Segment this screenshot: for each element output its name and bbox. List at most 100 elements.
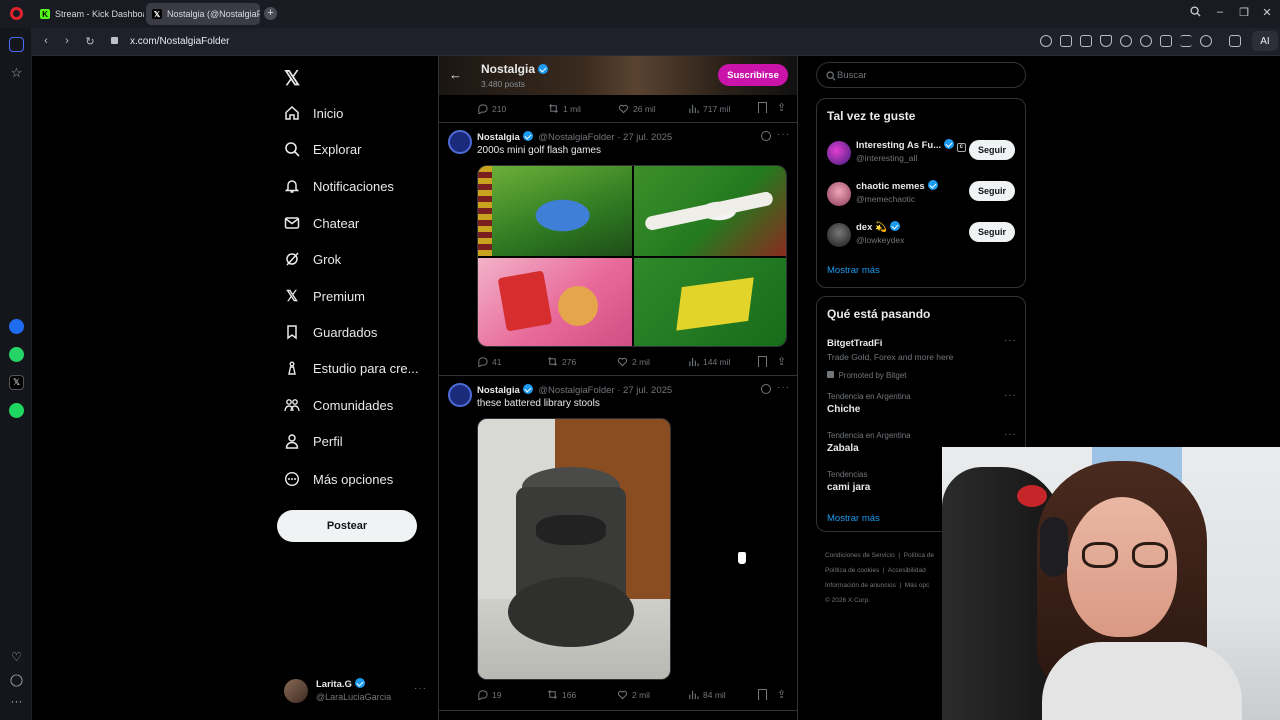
sidebar-item-messages[interactable]: Chatear: [284, 210, 359, 236]
sidebar-item-more[interactable]: Más opciones: [284, 466, 393, 492]
spotify-icon[interactable]: [9, 403, 24, 418]
trend-more-icon[interactable]: ···: [1004, 429, 1017, 440]
footer-link[interactable]: Política de cookies: [825, 567, 879, 574]
profile-icon[interactable]: [1200, 35, 1212, 47]
follow-button[interactable]: Seguir: [969, 222, 1015, 242]
post-button[interactable]: Postear: [277, 510, 417, 542]
views-action[interactable]: 144 mil: [688, 356, 730, 367]
extension-icon[interactable]: [1229, 35, 1241, 47]
repost-action[interactable]: 1 mil: [548, 103, 581, 114]
author-name[interactable]: Nostalgia: [477, 132, 520, 143]
bookmark-action-icon[interactable]: [758, 689, 767, 700]
heart-toolbar-icon[interactable]: [1140, 35, 1152, 47]
shield-icon[interactable]: [1100, 35, 1112, 47]
share-icon[interactable]: ⇪: [777, 688, 786, 701]
post[interactable]: Nostalgia @NostalgiaFolder · 27 jul. 202…: [439, 123, 797, 375]
reload-icon[interactable]: ↻: [83, 35, 97, 48]
reply-action[interactable]: 210: [477, 103, 506, 114]
play-icon[interactable]: [1120, 35, 1132, 47]
sidebar-item-creator-studio[interactable]: Estudio para cre...: [284, 355, 419, 381]
author-avatar[interactable]: [448, 130, 472, 154]
post-image[interactable]: [477, 418, 671, 680]
download-icon[interactable]: [1160, 35, 1172, 47]
views-action[interactable]: 84 mil: [688, 689, 726, 700]
ai-button[interactable]: AI: [1252, 31, 1278, 51]
post-media-grid[interactable]: [477, 165, 787, 347]
reply-action[interactable]: 41: [477, 356, 501, 367]
tab-nostalgia[interactable]: 𝕏 Nostalgia (@NostalgiaFol: [146, 3, 260, 25]
footer-link[interactable]: Información de anuncios: [825, 582, 896, 589]
repost-action[interactable]: 166: [547, 689, 576, 700]
post-image[interactable]: [478, 166, 632, 256]
share-icon[interactable]: ⇪: [777, 355, 786, 368]
trend-item[interactable]: Tendencia en Argentina Chiche ···: [827, 390, 1022, 420]
camera-icon[interactable]: [1080, 35, 1092, 47]
tab-kick-dashboard[interactable]: K Stream - Kick Dashboard: [34, 3, 144, 25]
sidebar-item-bookmarks[interactable]: Guardados: [284, 319, 377, 345]
author-avatar[interactable]: [448, 383, 472, 407]
like-action[interactable]: 26 mil: [618, 103, 656, 114]
account-more-icon[interactable]: ···: [414, 683, 427, 694]
new-tab-button[interactable]: +: [264, 7, 277, 20]
menu-icon[interactable]: [1180, 35, 1192, 47]
bookmark-action-icon[interactable]: [758, 356, 767, 367]
more-icon[interactable]: ···: [9, 694, 24, 709]
like-action[interactable]: 2 mil: [617, 689, 650, 700]
views-action[interactable]: 717 mil: [688, 103, 730, 114]
repost-action[interactable]: 276: [547, 356, 576, 367]
show-more-link[interactable]: Mostrar más: [827, 513, 880, 524]
whatsapp-icon[interactable]: [9, 347, 24, 362]
messenger-icon[interactable]: [9, 319, 24, 334]
search-page-icon[interactable]: [1040, 35, 1052, 47]
home-speed-dial-icon[interactable]: [9, 37, 24, 52]
post-date[interactable]: 27 jul. 2025: [623, 385, 672, 396]
trend-more-icon[interactable]: ···: [1004, 390, 1017, 401]
follow-button[interactable]: Seguir: [969, 140, 1015, 160]
share-icon[interactable]: ⇪: [777, 101, 786, 114]
subscribe-button[interactable]: Suscribirse: [718, 64, 788, 86]
author-handle[interactable]: @NostalgiaFolder: [538, 132, 614, 143]
follow-suggestion[interactable]: chaotic memes @memechaotic Seguir: [827, 179, 1022, 209]
sidebar-item-explore[interactable]: Explorar: [284, 136, 361, 162]
footer-link[interactable]: Accesibilidad: [888, 567, 926, 574]
show-more-link[interactable]: Mostrar más: [827, 265, 880, 276]
x-app-icon[interactable]: 𝕏: [9, 375, 24, 390]
sidebar-item-premium[interactable]: 𝕏 Premium: [284, 283, 365, 309]
post-more-icon[interactable]: ···: [777, 129, 790, 140]
sidebar-item-home[interactable]: Inicio: [284, 100, 343, 126]
back-arrow-icon[interactable]: ←: [449, 67, 462, 82]
forward-icon[interactable]: ›: [60, 35, 74, 47]
minimize-icon[interactable]: –: [1213, 6, 1227, 18]
close-icon[interactable]: ✕: [1260, 6, 1274, 19]
grok-post-icon[interactable]: [761, 131, 771, 141]
history-icon[interactable]: [10, 674, 23, 687]
search-tabs-icon[interactable]: [1188, 6, 1202, 20]
post-image[interactable]: [634, 166, 786, 256]
heart-icon[interactable]: ♡: [9, 650, 24, 665]
grok-post-icon[interactable]: [761, 384, 771, 394]
account-switcher[interactable]: Larita.G @LaraLuciaGarcia ···: [284, 678, 430, 706]
follow-suggestion[interactable]: Interesting As Fu... c @interesting_aIl …: [827, 138, 1022, 168]
follow-suggestion[interactable]: dex 💫 @lowkeydex Seguir: [827, 220, 1022, 250]
sidebar-item-notifications[interactable]: Notificaciones: [284, 173, 394, 199]
sidebar-item-profile[interactable]: Perfil: [284, 428, 343, 454]
like-action[interactable]: 2 mil: [617, 356, 650, 367]
reply-action[interactable]: 19: [477, 689, 501, 700]
sidebar-item-grok[interactable]: Grok: [284, 246, 341, 272]
post[interactable]: Nostalgia @NostalgiaFolder · 27 jul. 202…: [439, 376, 797, 710]
post-more-icon[interactable]: ···: [777, 382, 790, 393]
x-logo-icon[interactable]: 𝕏: [284, 66, 300, 91]
author-name[interactable]: Nostalgia: [477, 385, 520, 396]
footer-link[interactable]: Condiciones de Servicio: [825, 552, 895, 559]
bookmark-action-icon[interactable]: [758, 102, 767, 113]
url-field[interactable]: x.com/NostalgiaFolder: [130, 36, 229, 47]
footer-link[interactable]: Más opc: [905, 582, 930, 589]
star-icon[interactable]: ☆: [9, 65, 24, 80]
footer-link[interactable]: Política de: [904, 552, 934, 559]
edit-icon[interactable]: [1060, 35, 1072, 47]
maximize-icon[interactable]: ❐: [1237, 6, 1251, 19]
promoted-trend[interactable]: BitgetTradFi Trade Gold, Forex and more …: [827, 335, 1022, 380]
post-date[interactable]: 27 jul. 2025: [623, 132, 672, 143]
follow-button[interactable]: Seguir: [969, 181, 1015, 201]
search-input[interactable]: Buscar: [816, 62, 1026, 88]
